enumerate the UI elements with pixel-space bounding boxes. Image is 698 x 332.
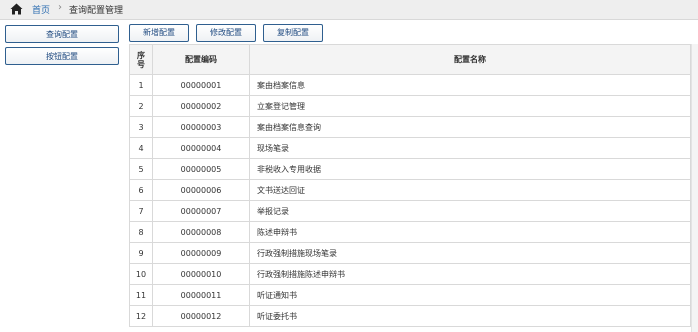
cell-index: 2 <box>129 95 153 117</box>
header-index-label: 序号 <box>137 50 145 69</box>
header-name: 配置名称 <box>249 44 691 75</box>
cell-code: 00000005 <box>152 158 250 180</box>
cell-name: 立案登记管理 <box>249 95 691 117</box>
add-config-button[interactable]: 新增配置 <box>129 24 189 42</box>
cell-code: 00000001 <box>152 74 250 96</box>
cell-code: 00000011 <box>152 284 250 306</box>
cell-name: 行政强制措施陈述申辩书 <box>249 263 691 285</box>
cell-index: 4 <box>129 137 153 159</box>
config-table: 序号 配置编码 配置名称 1 00000001 案由档案信息 2 00000002 立案登… <box>129 44 691 327</box>
cell-index: 6 <box>129 179 153 201</box>
cell-name: 听证通知书 <box>249 284 691 306</box>
cell-index: 11 <box>129 284 153 306</box>
table-row[interactable]: 7 00000007 举报记录 <box>129 200 691 222</box>
cell-code: 00000007 <box>152 200 250 222</box>
cell-name: 案由档案信息 <box>249 74 691 96</box>
table-row[interactable]: 8 00000008 陈述申辩书 <box>129 221 691 243</box>
table-row[interactable]: 6 00000006 文书送达回证 <box>129 179 691 201</box>
table-row[interactable]: 12 00000012 听证委托书 <box>129 305 691 327</box>
table-row[interactable]: 4 00000004 现场笔录 <box>129 137 691 159</box>
breadcrumb-bar: 首页 › 查询配置管理 <box>0 0 698 20</box>
copy-config-button[interactable]: 复制配置 <box>263 24 323 42</box>
table-row[interactable]: 1 00000001 案由档案信息 <box>129 74 691 96</box>
header-code: 配置编码 <box>152 44 250 75</box>
breadcrumb-separator: › <box>58 2 62 13</box>
vertical-scrollbar[interactable] <box>691 44 698 332</box>
cell-code: 00000009 <box>152 242 250 264</box>
cell-name: 现场笔录 <box>249 137 691 159</box>
table-row[interactable]: 9 00000009 行政强制措施现场笔录 <box>129 242 691 264</box>
home-icon[interactable] <box>10 3 23 15</box>
table-row[interactable]: 5 00000005 非税收入专用收据 <box>129 158 691 180</box>
cell-name: 案由档案信息查询 <box>249 116 691 138</box>
config-table-container: 序号 配置编码 配置名称 1 00000001 案由档案信息 2 00000002 立案登… <box>129 44 697 332</box>
cell-code: 00000008 <box>152 221 250 243</box>
breadcrumb-current: 查询配置管理 <box>69 6 124 16</box>
cell-index: 10 <box>129 263 153 285</box>
cell-index: 1 <box>129 74 153 96</box>
table-row[interactable]: 10 00000010 行政强制措施陈述申辩书 <box>129 263 691 285</box>
breadcrumb-home-link[interactable]: 首页 <box>32 3 50 16</box>
menu-button-config-button[interactable]: 按钮配置 <box>5 47 119 65</box>
cell-name: 非税收入专用收据 <box>249 158 691 180</box>
cell-code: 00000012 <box>152 305 250 327</box>
cell-name: 文书送达回证 <box>249 179 691 201</box>
cell-code: 00000006 <box>152 179 250 201</box>
cell-name: 陈述申辩书 <box>249 221 691 243</box>
cell-index: 9 <box>129 242 153 264</box>
cell-index: 7 <box>129 200 153 222</box>
cell-name: 行政强制措施现场笔录 <box>249 242 691 264</box>
menu-query-config-button[interactable]: 查询配置 <box>5 25 119 43</box>
table-header-row: 序号 配置编码 配置名称 <box>129 44 691 75</box>
cell-code: 00000004 <box>152 137 250 159</box>
cell-code: 00000002 <box>152 95 250 117</box>
header-index: 序号 <box>129 44 153 75</box>
table-row[interactable]: 2 00000002 立案登记管理 <box>129 95 691 117</box>
cell-index: 12 <box>129 305 153 327</box>
cell-index: 8 <box>129 221 153 243</box>
edit-config-button[interactable]: 修改配置 <box>196 24 256 42</box>
table-row[interactable]: 3 00000003 案由档案信息查询 <box>129 116 691 138</box>
table-row[interactable]: 11 00000011 听证通知书 <box>129 284 691 306</box>
cell-name: 听证委托书 <box>249 305 691 327</box>
cell-index: 3 <box>129 116 153 138</box>
cell-name: 举报记录 <box>249 200 691 222</box>
cell-index: 5 <box>129 158 153 180</box>
cell-code: 00000010 <box>152 263 250 285</box>
cell-code: 00000003 <box>152 116 250 138</box>
